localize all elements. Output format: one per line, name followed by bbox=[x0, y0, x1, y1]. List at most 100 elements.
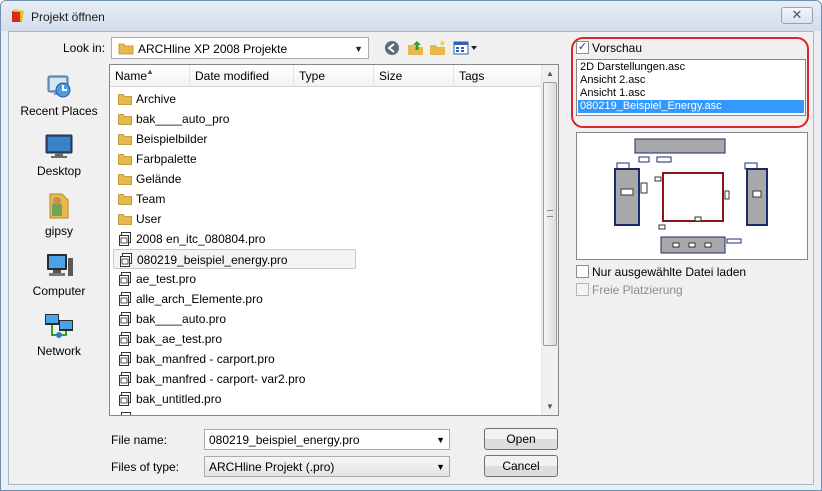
load-selected-label: Nur ausgewählte Datei laden bbox=[592, 265, 747, 279]
chevron-down-icon[interactable]: ▼ bbox=[436, 435, 445, 445]
file-row[interactable]: Farbpalette bbox=[113, 149, 353, 169]
file-row[interactable]: Team bbox=[113, 189, 353, 209]
preview-list-item[interactable]: 2D Darstellungen.asc bbox=[578, 61, 804, 74]
file-row[interactable]: bak_ae_test.pro bbox=[113, 329, 353, 349]
desktop-icon bbox=[45, 134, 73, 158]
file-name: bak_manfred - carport.pro bbox=[136, 352, 275, 366]
up-folder-icon[interactable] bbox=[407, 40, 425, 56]
preview-file-list[interactable]: 2D Darstellungen.asc Ansicht 2.asc Ansic… bbox=[576, 59, 806, 116]
preview-list-item-selected[interactable]: 080219_Beispiel_Energy.asc bbox=[578, 100, 804, 113]
place-gipsy[interactable]: gipsy bbox=[13, 188, 105, 246]
file-row[interactable]: bak____auto_pro bbox=[113, 109, 353, 129]
folder-icon bbox=[118, 194, 132, 205]
network-icon bbox=[45, 314, 73, 338]
filetype-value: ARCHline Projekt (.pro) bbox=[209, 460, 335, 474]
filename-input[interactable]: 080219_beispiel_energy.pro ▼ bbox=[204, 429, 450, 450]
file-name: Archive bbox=[136, 92, 177, 106]
file-row[interactable]: ae_test.pro bbox=[113, 269, 353, 289]
preview-checkbox[interactable]: ✓ bbox=[576, 41, 589, 54]
file-name: Farbpalette bbox=[136, 152, 197, 166]
folder-icon bbox=[118, 154, 132, 165]
filetype-label: Files of type: bbox=[111, 460, 180, 474]
place-network[interactable]: Network bbox=[13, 308, 105, 366]
column-name[interactable]: ▲ Name bbox=[110, 65, 190, 87]
free-placement-label: Freie Platzierung bbox=[592, 283, 683, 297]
file-name: bak____auto_pro bbox=[136, 112, 230, 126]
project-file-icon bbox=[120, 253, 132, 267]
folder-icon bbox=[118, 94, 132, 105]
file-name: bak_untitled.pro bbox=[136, 392, 222, 406]
folder-icon bbox=[118, 114, 132, 125]
filetype-select[interactable]: ARCHline Projekt (.pro) ▼ bbox=[204, 456, 450, 477]
file-row[interactable]: User bbox=[113, 209, 353, 229]
view-menu-icon[interactable] bbox=[453, 40, 479, 56]
file-name: copy.pro bbox=[136, 409, 181, 415]
preview-label: Vorschau bbox=[592, 41, 643, 55]
project-file-icon bbox=[119, 292, 131, 306]
scroll-down-icon[interactable]: ▼ bbox=[542, 398, 558, 415]
recent-places-icon bbox=[47, 75, 71, 98]
column-size[interactable]: Size bbox=[374, 65, 454, 87]
vertical-scrollbar[interactable]: ▲ ▼ bbox=[541, 65, 558, 415]
scroll-thumb[interactable] bbox=[543, 82, 557, 346]
title-bar[interactable]: Projekt öffnen ✕ bbox=[1, 1, 821, 31]
sort-arrow-icon: ▲ bbox=[146, 67, 154, 76]
project-file-icon bbox=[119, 312, 131, 326]
new-folder-icon[interactable] bbox=[429, 40, 447, 56]
folder-icon bbox=[118, 43, 134, 55]
file-name: Gelände bbox=[136, 172, 182, 186]
file-row[interactable]: bak_manfred - carport.pro bbox=[113, 349, 353, 369]
place-label: Recent Places bbox=[20, 104, 98, 118]
file-row[interactable]: Gelände bbox=[113, 169, 353, 189]
project-file-icon bbox=[119, 372, 131, 386]
place-desktop[interactable]: Desktop bbox=[13, 128, 105, 186]
file-list[interactable]: ▲ Name Date modified Type Size Tags Arch… bbox=[109, 64, 559, 416]
place-label: Computer bbox=[32, 284, 86, 298]
folder-icon bbox=[118, 174, 132, 185]
file-row[interactable]: bak_manfred - carport- var2.pro bbox=[113, 369, 353, 389]
file-name: 080219_beispiel_energy.pro bbox=[137, 253, 288, 267]
floor-plan-preview bbox=[614, 138, 768, 254]
project-file-icon bbox=[119, 332, 131, 346]
column-tags[interactable]: Tags bbox=[454, 65, 543, 87]
file-name: Beispielbilder bbox=[136, 132, 208, 146]
file-row[interactable]: bak_untitled.pro bbox=[113, 389, 353, 409]
project-file-icon bbox=[119, 352, 131, 366]
file-name: ae_test.pro bbox=[136, 272, 197, 286]
column-size-label: Size bbox=[379, 69, 403, 83]
file-row[interactable]: alle_arch_Elemente.pro bbox=[113, 289, 353, 309]
back-icon[interactable] bbox=[383, 40, 401, 56]
file-name: Team bbox=[136, 192, 166, 206]
places-bar: Recent Places Desktop gipsy Computer Net… bbox=[13, 64, 105, 444]
column-date[interactable]: Date modified bbox=[190, 65, 294, 87]
drawing-preview bbox=[576, 132, 808, 260]
column-name-label: Name bbox=[115, 69, 148, 83]
column-type[interactable]: Type bbox=[294, 65, 374, 87]
free-placement-checkbox bbox=[576, 283, 589, 296]
lookin-combo[interactable]: ARCHline XP 2008 Projekte ▼ bbox=[111, 37, 369, 59]
place-recent-places[interactable]: Recent Places bbox=[13, 68, 105, 126]
grip-icon bbox=[547, 210, 553, 217]
file-row[interactable]: Beispielbilder bbox=[113, 129, 353, 149]
file-row[interactable]: copy.pro bbox=[113, 409, 353, 415]
close-button[interactable]: ✕ bbox=[781, 7, 813, 24]
open-project-dialog: Projekt öffnen ✕ Look in: ARCHline XP 20… bbox=[0, 0, 822, 491]
project-file-icon bbox=[119, 392, 131, 406]
dialog-body: Look in: ARCHline XP 2008 Projekte ▼ Rec… bbox=[8, 31, 814, 485]
scroll-up-icon[interactable]: ▲ bbox=[542, 65, 558, 82]
cancel-button[interactable]: Cancel bbox=[484, 455, 558, 477]
file-row[interactable]: bak____auto.pro bbox=[113, 309, 353, 329]
open-button[interactable]: Open bbox=[484, 428, 558, 450]
user-folder-icon bbox=[49, 193, 69, 219]
file-name: bak____auto.pro bbox=[136, 312, 227, 326]
filename-value: 080219_beispiel_energy.pro bbox=[209, 433, 360, 447]
load-selected-checkbox[interactable] bbox=[576, 265, 589, 278]
file-row-selected[interactable]: 080219_beispiel_energy.pro bbox=[113, 249, 356, 269]
chevron-down-icon: ▼ bbox=[436, 462, 445, 472]
project-file-icon bbox=[119, 232, 131, 246]
place-computer[interactable]: Computer bbox=[13, 248, 105, 306]
file-row[interactable]: Archive bbox=[113, 89, 353, 109]
preview-list-item[interactable]: Ansicht 2.asc bbox=[578, 74, 804, 87]
file-row[interactable]: 2008 en_itc_080804.pro bbox=[113, 229, 353, 249]
preview-list-item[interactable]: Ansicht 1.asc bbox=[578, 87, 804, 100]
